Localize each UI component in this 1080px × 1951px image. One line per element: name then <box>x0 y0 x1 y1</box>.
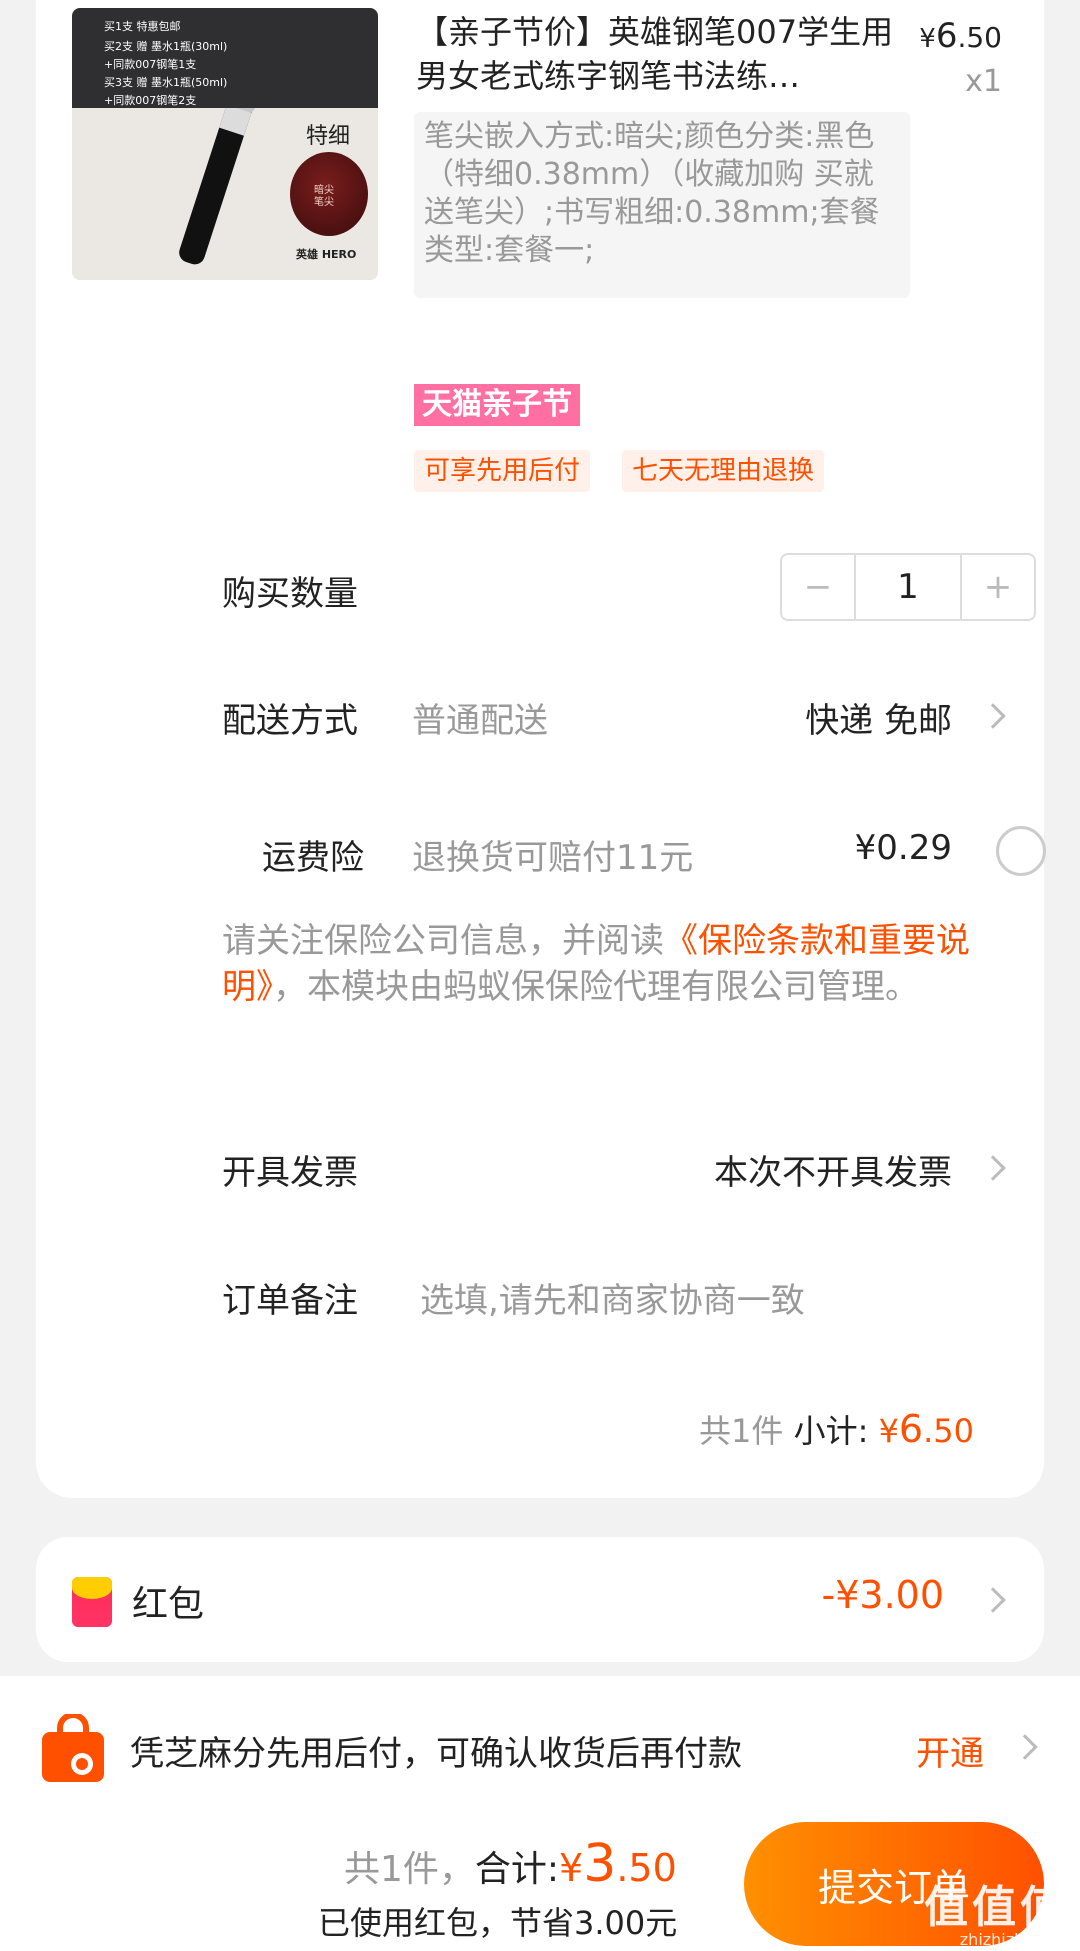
promo-line: +同款007钢笔2支 <box>104 94 197 107</box>
order-total: 共1件，合计:¥3.50 <box>344 1834 677 1894</box>
insurance-checkbox[interactable] <box>996 826 1046 876</box>
product-spec[interactable]: 笔尖嵌入方式:暗尖;颜色分类:黑色（特细0.38mm）（收藏加购 买就送笔尖）;… <box>414 112 910 298</box>
order-card: 买1支 特惠包邮 买2支 赠 墨水1瓶(30ml) +同款007钢笔1支 买3支… <box>36 0 1046 1498</box>
chevron-right-icon[interactable] <box>980 1155 1006 1181</box>
product-price: ¥6.50 <box>919 16 1002 56</box>
notice-suffix: ，本模块由蚂蚁保保险代理有限公司管理。 <box>273 967 919 1007</box>
saving-text: 已使用红包，节省3.00元 <box>318 1904 678 1942</box>
increase-button[interactable]: + <box>962 555 1034 619</box>
red-packet-value: -¥3.00 <box>821 1573 945 1617</box>
product-quantity: x1 <box>965 64 1002 99</box>
red-packet-row[interactable]: 红包 -¥3.00 <box>36 1537 1044 1662</box>
promo-line: 买3支 赠 墨水1瓶(50ml) <box>104 76 228 89</box>
image-tag: 特细 <box>306 124 351 149</box>
remark-input[interactable]: 选填,请先和商家协商一致 <box>420 1273 805 1322</box>
promo-line: +同款007钢笔1支 <box>104 58 197 71</box>
delivery-sub: 普通配送 <box>412 701 548 741</box>
red-packet-label: 红包 <box>132 1584 205 1625</box>
event-tag: 天猫亲子节 <box>414 384 580 426</box>
bottom-bar: 凭芝麻分先用后付，可确认收货后再付款 开通 共1件，合计:¥3.50 已使用红包… <box>0 1676 1080 1951</box>
insurance-label: 运费险 <box>262 838 364 878</box>
insurance-price: ¥0.29 <box>854 828 952 868</box>
brand-logo: 英雄 HERO <box>296 248 357 261</box>
promo-line: 买2支 赠 墨水1瓶(30ml) <box>104 40 228 53</box>
credit-pay-text: 凭芝麻分先用后付，可确认收货后再付款 <box>130 1734 742 1774</box>
insurance-notice: 请关注保险公司信息，并阅读《保险条款和重要说明》，本模块由蚂蚁保保险代理有限公司… <box>222 918 1052 1010</box>
quantity-value[interactable]: 1 <box>854 555 962 619</box>
watermark: 值值值 zhizhizhi.com <box>924 1882 1068 1949</box>
notice-prefix: 请关注保险公司信息，并阅读 <box>222 921 664 961</box>
insurance-sub: 退换货可赔付11元 <box>412 838 694 878</box>
chevron-right-icon[interactable] <box>980 703 1006 729</box>
delivery-label: 配送方式 <box>222 701 358 741</box>
quantity-label: 购买数量 <box>222 574 358 614</box>
service-tag-paylater: 可享先用后付 <box>414 450 591 492</box>
credit-pay-activate[interactable]: 开通 <box>916 1726 984 1775</box>
product-title[interactable]: 【亲子节价】英雄钢笔007学生用男女老式练字钢笔书法练… <box>416 10 916 102</box>
chevron-right-icon[interactable] <box>980 1587 1006 1613</box>
delivery-value[interactable]: 快递 免邮 <box>805 693 952 742</box>
quantity-stepper: − 1 + <box>780 553 1036 621</box>
red-packet-icon <box>72 1577 112 1627</box>
promo-line: 买1支 特惠包邮 <box>104 20 181 33</box>
shopping-bag-icon <box>42 1714 104 1782</box>
decrease-button[interactable]: − <box>782 555 854 619</box>
invoice-value[interactable]: 本次不开具发票 <box>714 1145 952 1194</box>
invoice-label: 开具发票 <box>222 1153 358 1193</box>
remark-label: 订单备注 <box>222 1281 358 1321</box>
chevron-right-icon[interactable] <box>1012 1734 1038 1760</box>
service-tag-return: 七天无理由退换 <box>622 450 825 492</box>
subtotal: 共1件 小计: ¥6.50 <box>699 1407 974 1451</box>
nib-text: 暗尖笔尖 <box>314 185 334 208</box>
